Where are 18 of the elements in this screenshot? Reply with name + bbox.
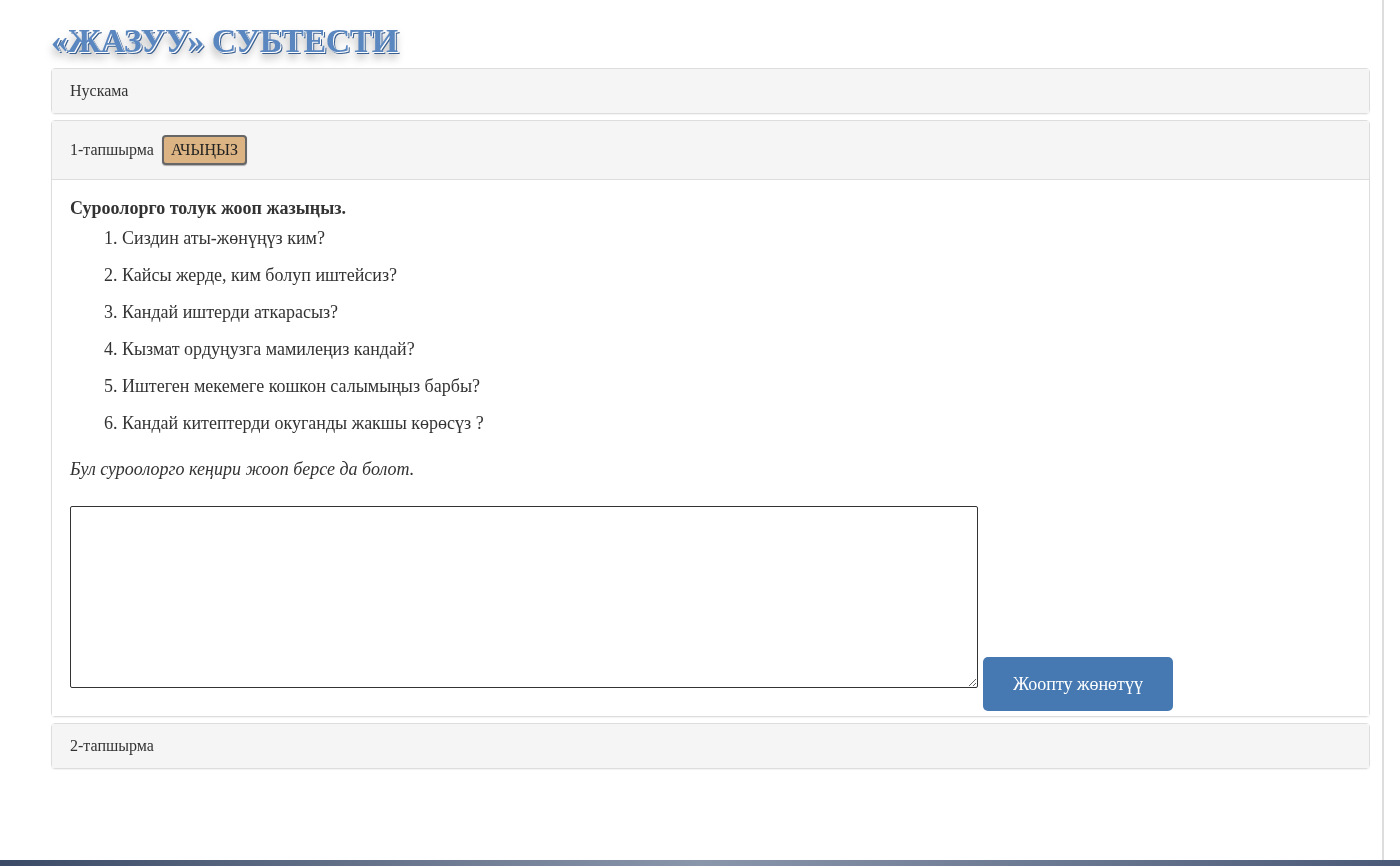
answer-field[interactable] — [70, 506, 978, 688]
page-title: «ЖАЗУУ» СУБТЕСТИ — [51, 22, 398, 60]
submit-button[interactable]: Жоопту жөнөтүү — [983, 657, 1173, 711]
panel-header[interactable]: 1-тапшырма АЧЫҢЫЗ — [52, 121, 1369, 180]
panel-title[interactable]: 1-тапшырма — [70, 141, 154, 159]
open-button[interactable]: АЧЫҢЫЗ — [161, 135, 247, 165]
panel-title[interactable]: Нускама — [70, 82, 129, 100]
question-item: 3. Кандай иштерди аткарасыз? — [104, 301, 339, 324]
question-item: 1. Сиздин аты-жөнүңүз ким? — [104, 227, 325, 250]
question-item: 2. Кайсы жерде, ким болуп иштейсиз? — [104, 264, 398, 287]
question-item: 5. Иштеген мекемеге кошкон салымыңыз барбы? — [104, 375, 480, 398]
panel-header[interactable]: Нускама — [52, 69, 1369, 113]
instruction-text: Суроолорго толук жооп жазыңыз. — [70, 198, 347, 219]
panel-title[interactable]: 2-тапшырма — [70, 737, 154, 755]
panel-header[interactable]: 2-тапшырма — [52, 724, 1369, 768]
note-text: Бул суроолорго кеңири жооп берсе да болот. — [70, 459, 416, 480]
question-item: 4. Кызмат ордуңузга мамилеңиз кандай? — [104, 338, 415, 361]
question-item: 6. Кандай китептерди окуганды жакшы көрөсүз ? — [104, 412, 484, 435]
